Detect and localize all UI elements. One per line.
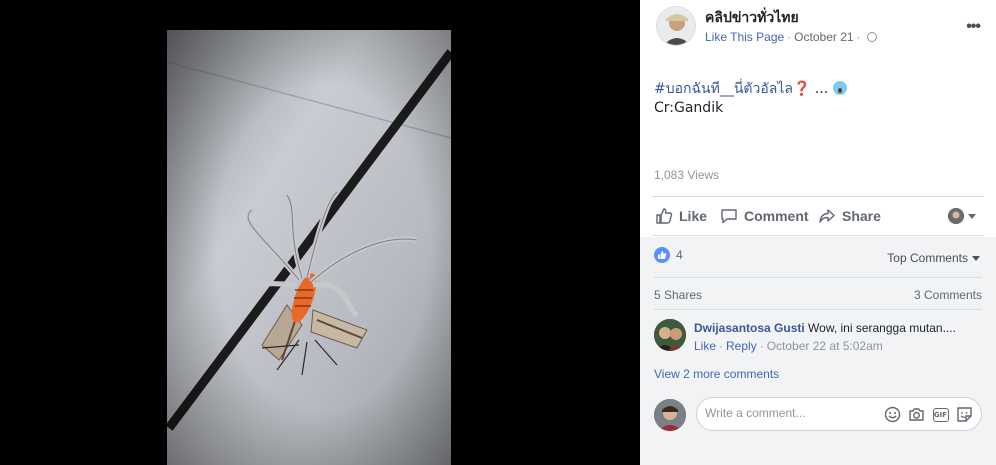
gif-box: GIF xyxy=(932,407,949,422)
composer-tools: GIF xyxy=(884,406,973,423)
my-avatar-image xyxy=(654,399,686,431)
meta-separator: · xyxy=(787,30,792,44)
video-frame[interactable] xyxy=(167,30,451,465)
caption-credit: Cr:Gandik xyxy=(654,100,724,116)
question-mark-emoji: ❓ xyxy=(792,81,811,97)
page-avatar[interactable] xyxy=(656,6,696,46)
reactions-summary[interactable]: 4 xyxy=(654,247,683,263)
emoji-icon[interactable] xyxy=(884,406,901,423)
my-avatar xyxy=(654,399,686,431)
post-caption: #บอกฉันที__นี่ตัวอัลไล❓ ... Cr:Gandik xyxy=(654,80,847,118)
hashtag-link[interactable]: #บอกฉันที__นี่ตัวอัลไล xyxy=(654,81,793,97)
action-bar: Like Comment Share xyxy=(652,196,984,236)
like-reaction-thumb xyxy=(658,251,667,259)
comment-input[interactable] xyxy=(705,406,875,420)
view-more-comments-link[interactable]: View 2 more comments xyxy=(654,367,779,381)
post-header: คลิปข่าวทั่วไทย Like This Page · October 2… xyxy=(640,0,996,60)
more-options-icon[interactable]: ••• xyxy=(966,18,981,36)
page-avatar-image xyxy=(657,7,695,45)
divider-2 xyxy=(654,309,982,310)
comment-sort-dropdown[interactable]: Top Comments xyxy=(887,251,980,265)
like-page-link[interactable]: Like This Page xyxy=(705,30,784,44)
share-count[interactable]: 5 Shares xyxy=(654,288,702,302)
video-still-moth xyxy=(167,30,451,465)
commenter-avatar[interactable] xyxy=(654,319,686,351)
camera-icon[interactable] xyxy=(908,406,925,423)
post-meta: Like This Page · October 21 · xyxy=(705,30,877,44)
comment-reply-link[interactable]: Reply xyxy=(726,339,757,353)
view-count: 1,083 Views xyxy=(654,168,720,182)
comment-dot-2: · xyxy=(759,339,764,353)
commenter-avatar-image xyxy=(654,319,686,351)
comment-sort-label: Top Comments xyxy=(887,251,968,265)
sticker-svg xyxy=(957,407,972,422)
post-date[interactable]: October 21 xyxy=(794,30,853,44)
share-button[interactable]: Share xyxy=(818,207,881,225)
emoji-face-svg xyxy=(884,406,901,423)
caption-line-1: #บอกฉันที__นี่ตัวอัลไล❓ ... xyxy=(654,80,847,99)
comment-dot: · xyxy=(719,339,724,353)
video-player[interactable] xyxy=(0,0,640,465)
meta-separator-2: · xyxy=(856,30,861,44)
reaction-count: 4 xyxy=(676,248,683,262)
comment-actions: Like · Reply · October 22 at 5:02am xyxy=(694,339,883,353)
comment-bubble-icon xyxy=(721,209,737,224)
comment-as-selector[interactable] xyxy=(948,208,976,224)
comment-body: Dwijasantosa Gusti Wow, ini serangga mut… xyxy=(694,321,956,335)
post-panel: คลิปข่าวทั่วไทย Like This Page · October 2… xyxy=(640,0,996,465)
sort-caret-icon xyxy=(972,255,980,261)
divider xyxy=(654,277,982,278)
comment-count[interactable]: 3 Comments xyxy=(914,288,982,302)
globe-icon xyxy=(866,32,877,42)
scream-face-icon xyxy=(832,81,847,95)
like-label: Like xyxy=(679,208,708,224)
share-label: Share xyxy=(842,208,881,224)
caret-down-icon xyxy=(968,213,976,219)
comment-input-box[interactable]: GIF xyxy=(696,397,982,431)
comments-section: 4 Top Comments 5 Shares 3 Comments Dwija… xyxy=(640,237,996,465)
viewer-avatar-image xyxy=(948,208,964,224)
camera-svg xyxy=(909,408,924,421)
comment-text: Wow, ini serangga mutan.... xyxy=(808,321,956,335)
gif-icon[interactable]: GIF xyxy=(932,406,949,423)
comment-button[interactable]: Comment xyxy=(720,207,809,225)
comment-author[interactable]: Dwijasantosa Gusti xyxy=(694,321,805,335)
like-reaction-icon xyxy=(654,247,670,263)
comment-time[interactable]: October 22 at 5:02am xyxy=(767,339,883,353)
like-button[interactable]: Like xyxy=(655,207,707,225)
viewer-avatar xyxy=(948,208,964,224)
page-name[interactable]: คลิปข่าวทั่วไทย xyxy=(705,7,799,29)
comment-composer: GIF xyxy=(654,397,984,431)
comment-label: Comment xyxy=(744,208,809,224)
comment-like-link[interactable]: Like xyxy=(694,339,716,353)
sticker-icon[interactable] xyxy=(956,406,973,423)
share-arrow-icon xyxy=(819,209,835,223)
thumbs-up-icon xyxy=(656,208,673,224)
caption-ellipsis: ... xyxy=(810,81,833,97)
